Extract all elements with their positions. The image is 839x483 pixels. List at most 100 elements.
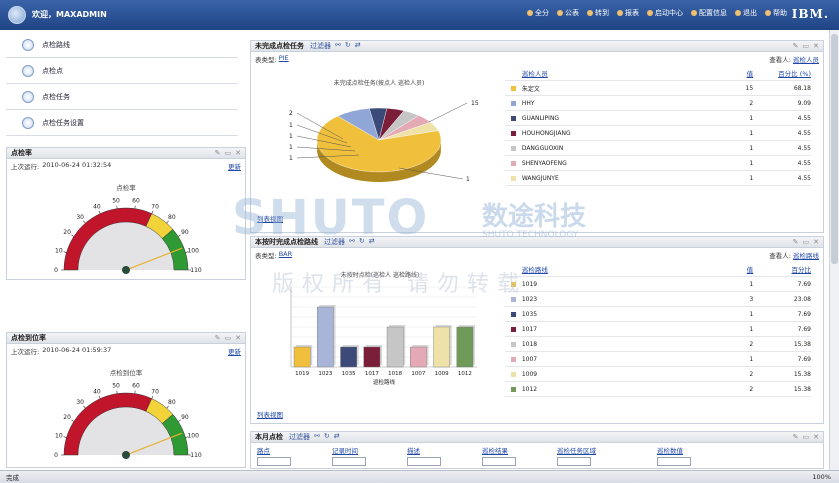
view-by-link[interactable]: 巡检人员: [793, 54, 819, 64]
filter-input-value[interactable]: [657, 457, 691, 466]
chart-type-link[interactable]: PIE: [279, 54, 289, 64]
pie-label: 2: [289, 110, 293, 117]
bar-x-tick: 1018: [388, 371, 402, 377]
globe-icon: [22, 38, 34, 51]
minimize-icon[interactable]: ▭: [803, 238, 810, 246]
list-view-link[interactable]: 列表视图: [257, 409, 283, 419]
row-name: HHY: [521, 99, 535, 107]
bar: [363, 346, 381, 368]
nav-item-6[interactable]: 退出: [735, 8, 757, 18]
filter-input-point[interactable]: [257, 457, 291, 466]
minimize-icon[interactable]: ▭: [803, 42, 810, 50]
row-name: 1023: [521, 295, 538, 303]
list-view-link[interactable]: 列表视图: [257, 213, 283, 223]
row-value: 1: [749, 355, 754, 363]
filter-input-time[interactable]: [332, 457, 366, 466]
close-icon[interactable]: ✕: [813, 433, 819, 441]
row-value: 1: [749, 114, 754, 122]
minimize-icon[interactable]: ▭: [225, 149, 232, 157]
close-icon[interactable]: ✕: [813, 42, 819, 50]
binoculars-icon[interactable]: ⚯: [335, 41, 341, 51]
binoculars-icon[interactable]: ⚯: [314, 432, 320, 442]
legend-swatch: [511, 356, 516, 362]
refresh-icon[interactable]: ↻: [324, 432, 330, 442]
filter-link[interactable]: 过滤器: [324, 237, 345, 247]
last-run-label: 上次运行:: [11, 163, 40, 171]
row-value: 1: [749, 174, 754, 182]
nav-link-point[interactable]: 点检点: [6, 58, 238, 84]
row-value: 2: [749, 385, 754, 393]
nav-link-route[interactable]: 点检路线: [6, 32, 238, 58]
col-header-value[interactable]: 巡检数值: [657, 447, 683, 455]
globe-icon: [22, 90, 34, 103]
pie-data-table: 巡检人员 值 百分比 (%) 朱定文 15 68.18 HHY 2 9.09 G…: [505, 66, 811, 186]
close-icon[interactable]: ✕: [813, 238, 819, 246]
zoom-level[interactable]: 100%: [812, 473, 831, 481]
bar: [410, 346, 427, 368]
binoculars-icon[interactable]: ⚯: [349, 237, 355, 247]
pie-label: 1: [289, 155, 293, 162]
edit-icon[interactable]: ✎: [793, 42, 799, 50]
col-header-area[interactable]: 巡检任务区域: [557, 447, 596, 455]
filter-link[interactable]: 过滤器: [289, 432, 310, 442]
edit-icon[interactable]: ✎: [793, 433, 799, 441]
close-icon[interactable]: ✕: [235, 334, 241, 342]
refresh-link[interactable]: 更新: [228, 346, 241, 356]
nav-item-3[interactable]: 报表: [617, 8, 639, 18]
legend-swatch: [511, 115, 516, 121]
view-by-label: 查看人:: [769, 252, 791, 260]
nav-item-5[interactable]: 配置信息: [691, 8, 727, 18]
table-row: 1018 2 15.38: [505, 337, 811, 352]
filter-input-area[interactable]: [557, 457, 591, 466]
nav-icon: [557, 10, 563, 16]
filter-input-desc[interactable]: [407, 457, 441, 466]
bar-x-tick: 1019: [295, 371, 309, 377]
panel-header: 本按时完成点检路线 过滤器 ⚯ ↻ ⇄ ✎ ▭ ✕: [251, 237, 823, 248]
view-by-link[interactable]: 巡检路线: [793, 250, 819, 260]
nav-link-task-settings[interactable]: 点检任务设置: [6, 110, 238, 136]
refresh-icon[interactable]: ↻: [345, 41, 351, 51]
gauge-tick-label: 40: [93, 388, 101, 395]
nav-item-2[interactable]: 转到: [587, 8, 609, 18]
chart-type-link[interactable]: BAR: [279, 250, 292, 260]
refresh-icon[interactable]: ↻: [359, 237, 365, 247]
minimize-icon[interactable]: ▭: [803, 433, 810, 441]
minimize-icon[interactable]: ▭: [225, 334, 232, 342]
nav-item-1[interactable]: 公表: [557, 8, 579, 18]
refresh-link[interactable]: 更新: [228, 161, 241, 171]
link-icon[interactable]: ⇄: [334, 432, 340, 442]
table-header: 巡检路线 值 百分比: [505, 262, 811, 277]
link-icon[interactable]: ⇄: [369, 237, 375, 247]
gauge-tick-label: 110: [190, 452, 202, 459]
scrollbar-thumb[interactable]: [831, 34, 838, 264]
col-header-desc[interactable]: 描述: [407, 447, 420, 455]
nav-item-4[interactable]: 启动中心: [647, 8, 683, 18]
legend-swatch: [511, 145, 516, 151]
edit-icon[interactable]: ✎: [793, 238, 799, 246]
page-scrollbar[interactable]: [829, 30, 839, 470]
top-navigation: 全分 公表 转到 报表 启动中心 配置信息 退出 帮助: [527, 8, 787, 18]
row-percent: 7.69: [797, 280, 811, 288]
row-name: 1017: [521, 325, 538, 333]
nav-item-0[interactable]: 全分: [527, 8, 549, 18]
edit-icon[interactable]: ✎: [215, 334, 221, 342]
edit-icon[interactable]: ✎: [215, 149, 221, 157]
pie-title: 未完成点检任务(按点人 巡检人员): [334, 79, 425, 87]
app-logo-icon: [8, 6, 26, 24]
nav-item-7[interactable]: 帮助: [765, 8, 787, 18]
link-icon[interactable]: ⇄: [355, 41, 361, 51]
gauge-tick-label: 80: [168, 399, 176, 406]
gauge-title: 点检率: [116, 183, 136, 192]
nav-icon: [617, 10, 623, 16]
gauge-tick-label: 80: [168, 214, 176, 221]
gauge-tick-label: 50: [112, 383, 120, 390]
col-header-point[interactable]: 路点: [257, 447, 270, 455]
filter-input-result[interactable]: [482, 457, 516, 466]
close-icon[interactable]: ✕: [235, 149, 241, 157]
top-banner: 欢迎，MAXADMIN 全分 公表 转到 报表 启动中心 配置信息 退出 帮助 …: [0, 0, 839, 30]
nav-link-task[interactable]: 点检任务: [6, 84, 238, 110]
filter-link[interactable]: 过滤器: [310, 41, 331, 51]
gauge-tick-label: 20: [63, 414, 71, 421]
col-header-result[interactable]: 巡检结果: [482, 447, 508, 455]
col-header-time[interactable]: 记录时间: [332, 447, 358, 455]
